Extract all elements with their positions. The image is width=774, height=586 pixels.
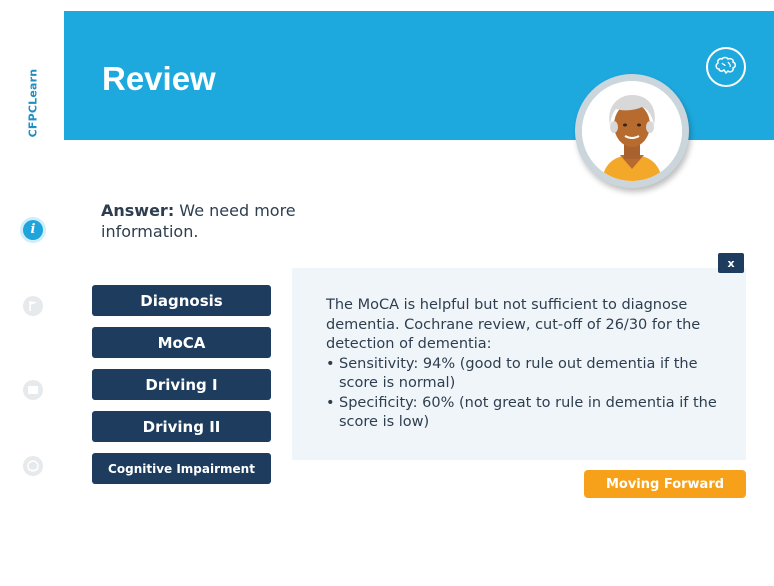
list-item: Sensitivity: 94% (good to rule out demen…: [326, 355, 736, 394]
diagnosis-button[interactable]: Diagnosis: [92, 285, 271, 316]
panel-bullet-list: Sensitivity: 94% (good to rule out demen…: [326, 355, 736, 433]
sidebar: CFPCLearn i: [0, 0, 64, 586]
avatar: [575, 74, 689, 188]
panel-content: The MoCA is helpful but not sufficient t…: [326, 296, 736, 433]
avatar-portrait: [582, 81, 682, 181]
driving-i-button[interactable]: Driving I: [92, 369, 271, 400]
cognitive-impairment-button[interactable]: Cognitive Impairment: [92, 453, 271, 484]
page-title: Review: [102, 60, 216, 97]
close-button[interactable]: x: [718, 253, 744, 273]
driving-ii-button[interactable]: Driving II: [92, 411, 271, 442]
panel-paragraph: The MoCA is helpful but not sufficient t…: [326, 297, 701, 352]
brand-logo: CFPCLearn: [21, 58, 45, 148]
moca-button[interactable]: MoCA: [92, 327, 271, 358]
moving-forward-button[interactable]: Moving Forward: [584, 470, 746, 498]
flag-icon[interactable]: [23, 296, 43, 316]
brain-icon: [706, 47, 746, 87]
info-panel: The MoCA is helpful but not sufficient t…: [292, 268, 746, 460]
brand-text: CFPCLearn: [26, 68, 40, 138]
answer-label: Answer:: [101, 201, 175, 220]
list-item: Specificity: 60% (not great to rule in d…: [326, 394, 736, 433]
document-icon[interactable]: [23, 380, 43, 400]
clock-icon[interactable]: [23, 456, 43, 476]
answer-text: Answer: We need more information.: [101, 200, 331, 242]
info-glyph: i: [30, 222, 36, 237]
info-icon[interactable]: i: [23, 220, 43, 240]
